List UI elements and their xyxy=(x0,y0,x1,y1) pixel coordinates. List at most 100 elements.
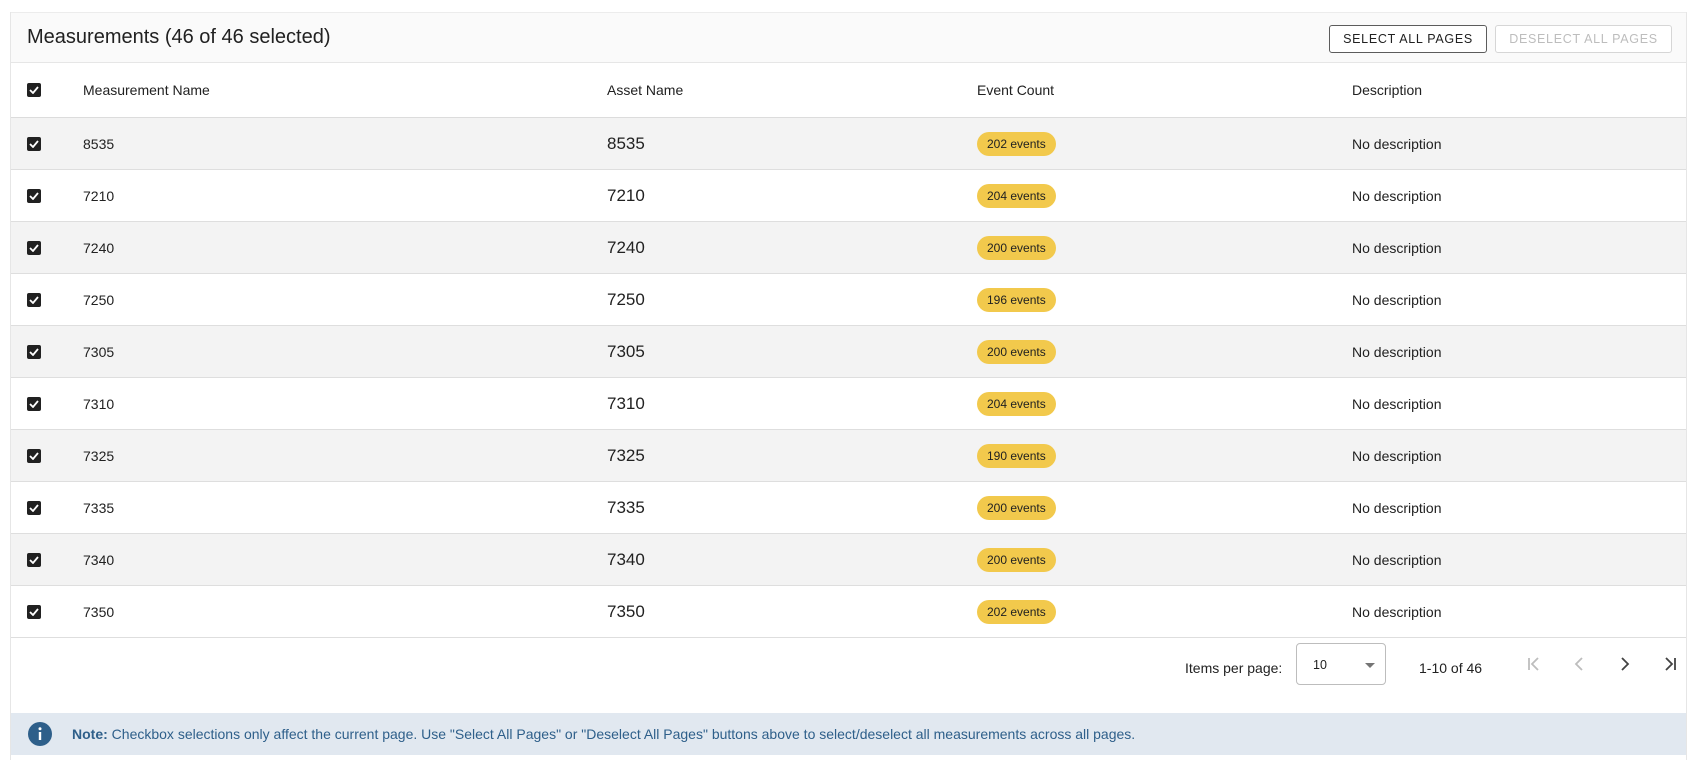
measurements-card: Measurements (46 of 46 selected) SELECT … xyxy=(10,12,1687,760)
deselect-all-pages-button[interactable]: DESELECT ALL PAGES xyxy=(1495,25,1672,53)
select-all-pages-button[interactable]: SELECT ALL PAGES xyxy=(1329,25,1487,53)
row-checkbox[interactable] xyxy=(27,500,41,515)
page-title: Measurements (46 of 46 selected) xyxy=(27,26,331,48)
column-header-description[interactable]: Description xyxy=(1352,63,1422,117)
table-row[interactable]: 7305 7305 200 events No description xyxy=(11,326,1686,378)
last-page-button[interactable] xyxy=(1658,652,1682,676)
table-row[interactable]: 7340 7340 200 events No description xyxy=(11,534,1686,586)
event-count-badge: 200 events xyxy=(977,495,1056,520)
row-checkbox-cell xyxy=(27,274,67,325)
description-cell: No description xyxy=(1352,239,1442,256)
measurement-name-cell: 7335 xyxy=(83,499,115,516)
row-checkbox[interactable] xyxy=(27,396,41,411)
row-checkbox[interactable] xyxy=(27,292,41,307)
description-cell: No description xyxy=(1352,447,1442,464)
measurement-name-cell: 7250 xyxy=(83,291,115,308)
description-cell: No description xyxy=(1352,343,1442,360)
description-cell: No description xyxy=(1352,135,1442,152)
asset-name-cell: 7335 xyxy=(607,497,645,517)
event-count-cell: 200 events xyxy=(977,326,1056,377)
measurement-name-cell: 7210 xyxy=(83,187,115,204)
row-checkbox-cell xyxy=(27,430,67,481)
header-checkbox-cell xyxy=(27,63,67,117)
caret-down-icon xyxy=(1365,663,1375,668)
table-row[interactable]: 7350 7350 202 events No description xyxy=(11,586,1686,638)
event-count-badge: 200 events xyxy=(977,339,1056,364)
event-count-badge: 200 events xyxy=(977,547,1056,572)
table-row[interactable]: 7325 7325 190 events No description xyxy=(11,430,1686,482)
row-checkbox-cell xyxy=(27,378,67,429)
card-header: Measurements (46 of 46 selected) SELECT … xyxy=(11,12,1686,63)
event-count-cell: 202 events xyxy=(977,586,1056,637)
page: Measurements (46 of 46 selected) SELECT … xyxy=(0,0,1693,762)
first-page-button[interactable] xyxy=(1522,652,1546,676)
description-cell: No description xyxy=(1352,603,1442,620)
check-icon xyxy=(29,399,39,408)
asset-name-cell: 8535 xyxy=(607,133,645,153)
note-text: Note: Checkbox selections only affect th… xyxy=(72,726,1135,742)
check-icon xyxy=(29,555,39,564)
note-body: Checkbox selections only affect the curr… xyxy=(107,726,1136,742)
row-checkbox[interactable] xyxy=(27,188,41,203)
measurement-name-cell: 7305 xyxy=(83,343,115,360)
check-icon xyxy=(29,451,39,460)
event-count-cell: 204 events xyxy=(977,170,1056,221)
row-checkbox-cell xyxy=(27,118,67,169)
asset-name-cell: 7350 xyxy=(607,601,645,621)
column-header-event-count[interactable]: Event Count xyxy=(977,63,1054,117)
check-icon xyxy=(29,607,39,616)
event-count-badge: 196 events xyxy=(977,287,1056,312)
chevron-left-icon xyxy=(1574,657,1583,671)
row-checkbox[interactable] xyxy=(27,344,41,359)
event-count-cell: 200 events xyxy=(977,534,1056,585)
check-icon xyxy=(29,139,39,148)
row-checkbox-cell xyxy=(27,326,67,377)
check-icon xyxy=(29,503,39,512)
row-checkbox-cell xyxy=(27,170,67,221)
table-row[interactable]: 7335 7335 200 events No description xyxy=(11,482,1686,534)
table-row[interactable]: 7310 7310 204 events No description xyxy=(11,378,1686,430)
items-per-page-select[interactable]: 10 xyxy=(1296,643,1386,685)
description-cell: No description xyxy=(1352,395,1442,412)
table-row[interactable]: 8535 8535 202 events No description xyxy=(11,118,1686,170)
measurement-name-cell: 7350 xyxy=(83,603,115,620)
event-count-badge: 202 events xyxy=(977,131,1056,156)
asset-name-cell: 7310 xyxy=(607,393,645,413)
asset-name-cell: 7340 xyxy=(607,549,645,569)
column-header-asset-name[interactable]: Asset Name xyxy=(607,63,683,117)
check-icon xyxy=(29,86,39,94)
row-checkbox-cell xyxy=(27,586,67,637)
measurement-name-cell: 7310 xyxy=(83,395,115,412)
row-checkbox[interactable] xyxy=(27,240,41,255)
measurement-name-cell: 7240 xyxy=(83,239,115,256)
page-range-label: 1-10 of 46 xyxy=(1419,660,1483,676)
description-cell: No description xyxy=(1352,187,1442,204)
description-cell: No description xyxy=(1352,551,1442,568)
last-page-icon xyxy=(1665,657,1676,671)
description-cell: No description xyxy=(1352,291,1442,308)
table-row[interactable]: 7250 7250 196 events No description xyxy=(11,274,1686,326)
next-page-button[interactable] xyxy=(1613,652,1637,676)
chevron-right-icon xyxy=(1621,657,1630,671)
row-checkbox-cell xyxy=(27,222,67,273)
check-icon xyxy=(29,347,39,356)
event-count-badge: 190 events xyxy=(977,443,1056,468)
select-all-checkbox[interactable] xyxy=(27,83,41,97)
row-checkbox[interactable] xyxy=(27,448,41,463)
row-checkbox[interactable] xyxy=(27,552,41,567)
table-header-row: Measurement Name Asset Name Event Count … xyxy=(11,63,1686,118)
column-header-measurement-name[interactable]: Measurement Name xyxy=(83,63,210,117)
event-count-cell: 196 events xyxy=(977,274,1056,325)
event-count-cell: 200 events xyxy=(977,482,1056,533)
info-icon xyxy=(28,722,52,746)
row-checkbox[interactable] xyxy=(27,136,41,151)
table-row[interactable]: 7210 7210 204 events No description xyxy=(11,170,1686,222)
table-body: 8535 8535 202 events No description 7210 7210… xyxy=(11,118,1686,638)
row-checkbox-cell xyxy=(27,534,67,585)
note-banner: Note: Checkbox selections only affect th… xyxy=(11,713,1686,755)
previous-page-button[interactable] xyxy=(1567,652,1591,676)
table-row[interactable]: 7240 7240 200 events No description xyxy=(11,222,1686,274)
event-count-badge: 200 events xyxy=(977,235,1056,260)
row-checkbox[interactable] xyxy=(27,604,41,619)
event-count-badge: 202 events xyxy=(977,599,1056,624)
